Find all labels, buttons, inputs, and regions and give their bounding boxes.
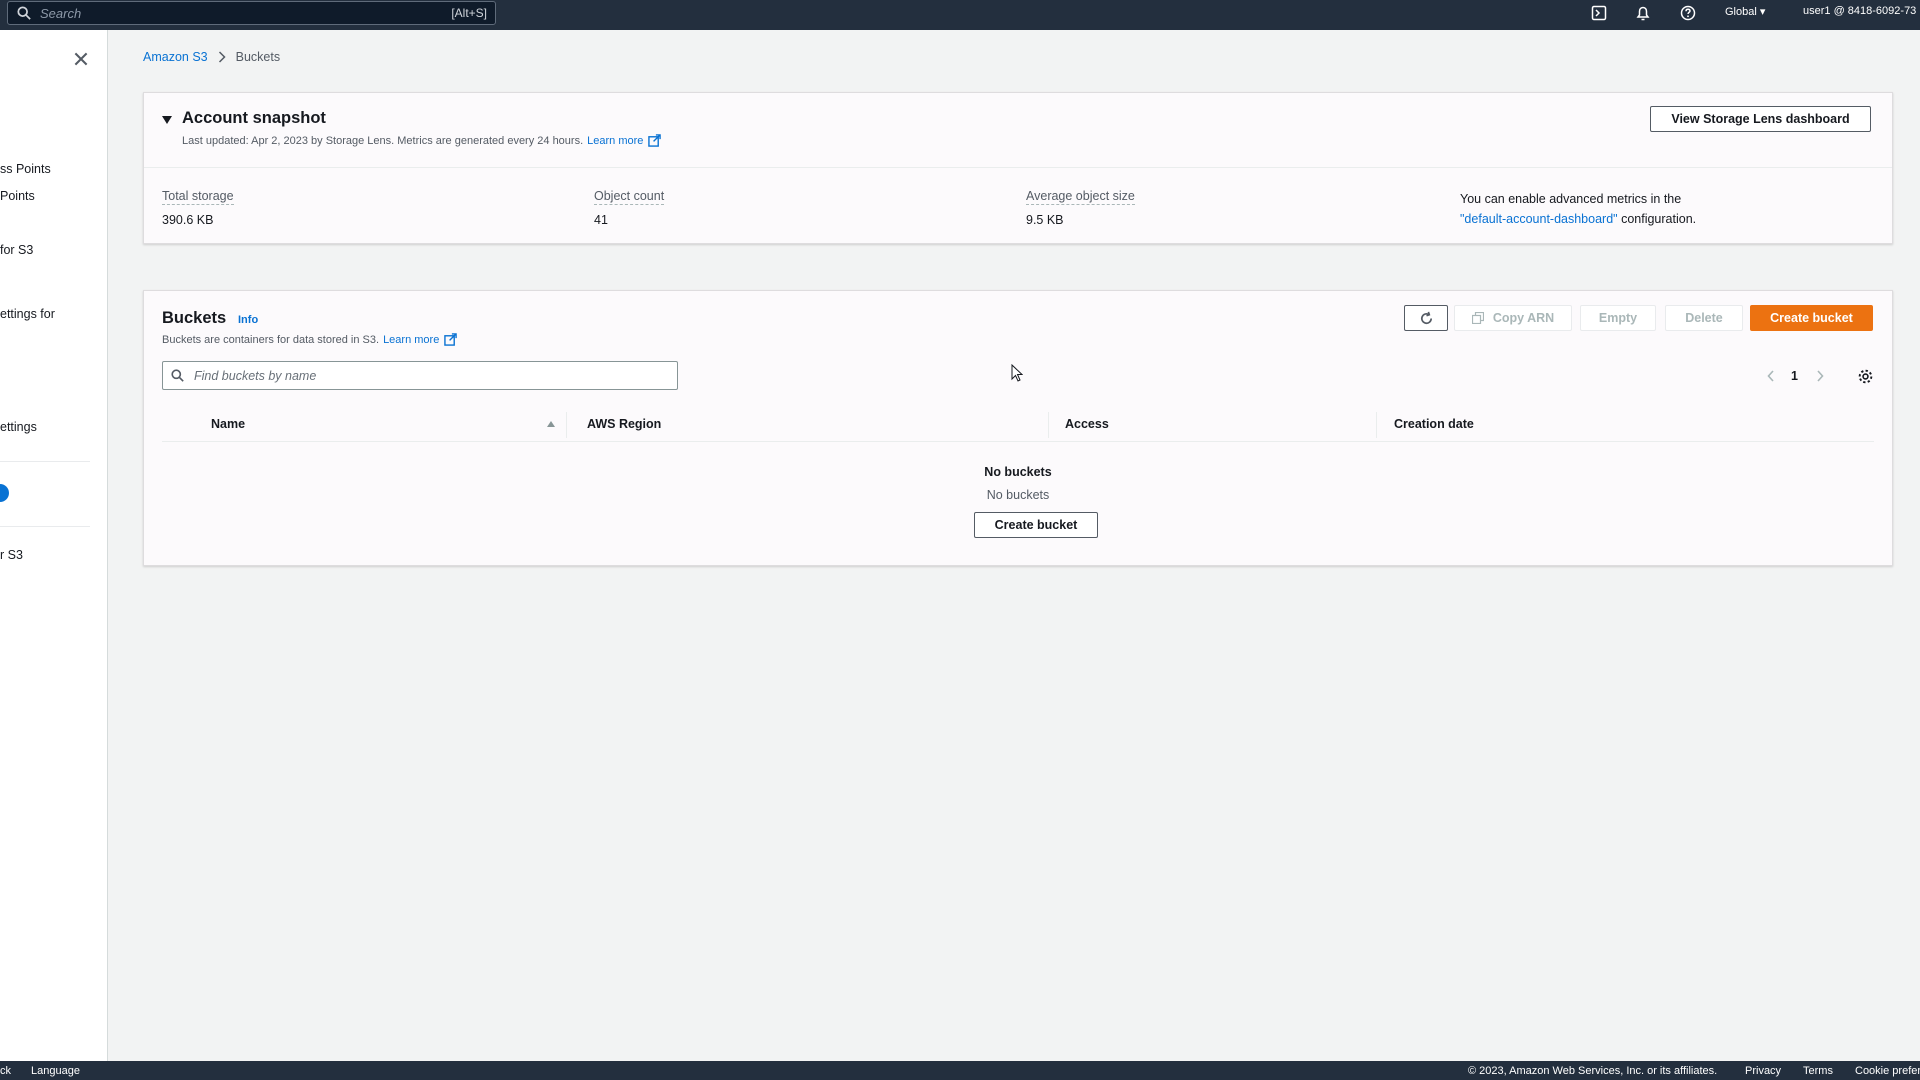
buckets-description: Buckets are containers for data stored i…: [162, 333, 380, 346]
sidebar-badge: [0, 484, 9, 502]
average-object-size-label[interactable]: Average object size: [1026, 189, 1135, 205]
object-count-value: 41: [594, 213, 608, 227]
account-snapshot-subtitle: Last updated: Apr 2, 2023 by Storage Len…: [182, 134, 662, 147]
copy-icon: [1471, 312, 1484, 324]
side-navigation: ss Points Points for S3 ettings for etti…: [0, 30, 108, 1061]
gear-icon[interactable]: [1857, 368, 1874, 385]
search-shortcut-hint: [Alt+S]: [451, 6, 487, 20]
advanced-metrics-text: You can enable advanced metrics in the: [1460, 192, 1682, 206]
learn-more-link[interactable]: Learn more: [383, 334, 439, 346]
buckets-subtitle: Buckets are containers for data stored i…: [162, 333, 458, 346]
refresh-button[interactable]: [1404, 305, 1448, 331]
page-number[interactable]: 1: [1791, 369, 1798, 383]
empty-state-create-bucket-button[interactable]: Create bucket: [974, 512, 1098, 538]
account-menu[interactable]: user1 @ 8418-6092-73: [1803, 5, 1916, 17]
account-snapshot-description: Last updated: Apr 2, 2023 by Storage Len…: [182, 134, 584, 147]
notifications-bell-icon[interactable]: [1633, 3, 1653, 23]
external-link-icon: [444, 333, 458, 346]
column-divider: [1048, 412, 1049, 438]
footer-bar: ck Language © 2023, Amazon Web Services,…: [0, 1061, 1920, 1080]
sidebar-item-block-public-access[interactable]: ettings for: [0, 307, 55, 321]
search-icon: [17, 6, 31, 20]
sidebar-item-iam-access-analyzer[interactable]: for S3: [0, 243, 33, 257]
chevron-right-icon: [218, 51, 226, 63]
find-buckets-search-input[interactable]: Find buckets by name: [162, 361, 678, 390]
search-icon: [171, 369, 184, 382]
sidebar-divider: [0, 526, 90, 527]
empty-state-description: No buckets: [986, 488, 1050, 502]
buckets-info-link[interactable]: Info: [238, 314, 258, 326]
footer-privacy-link[interactable]: Privacy: [1745, 1065, 1781, 1077]
account-snapshot-header: Account snapshot Last updated: Apr 2, 20…: [144, 93, 1892, 168]
caret-down-icon[interactable]: [162, 115, 172, 125]
global-search-input[interactable]: Search [Alt+S]: [7, 1, 496, 25]
help-icon[interactable]: [1678, 3, 1698, 23]
buckets-title: Buckets: [162, 309, 227, 327]
column-header-aws-region[interactable]: AWS Region: [587, 417, 661, 431]
empty-button[interactable]: Empty: [1580, 305, 1656, 331]
footer-copyright: © 2023, Amazon Web Services, Inc. or its…: [1468, 1065, 1718, 1077]
account-snapshot-panel: Account snapshot Last updated: Apr 2, 20…: [143, 92, 1893, 244]
sidebar-item-settings[interactable]: ettings: [0, 420, 37, 434]
average-object-size-value: 9.5 KB: [1026, 213, 1064, 227]
chevron-right-icon[interactable]: [1815, 369, 1825, 383]
column-divider: [566, 412, 567, 438]
pagination: 1: [1766, 367, 1825, 385]
delete-button[interactable]: Delete: [1665, 305, 1743, 331]
advanced-metrics-suffix: configuration.: [1617, 212, 1697, 226]
copy-arn-button[interactable]: Copy ARN: [1454, 305, 1572, 331]
footer-language-link[interactable]: Language: [31, 1065, 80, 1077]
main-content: Amazon S3 Buckets Account snapshot Last …: [108, 30, 1920, 1061]
account-snapshot-title[interactable]: Account snapshot: [182, 109, 326, 128]
breadcrumb-current: Buckets: [235, 50, 281, 64]
breadcrumb: Amazon S3 Buckets: [143, 50, 280, 64]
view-storage-lens-dashboard-button[interactable]: View Storage Lens dashboard: [1650, 106, 1871, 132]
refresh-icon: [1420, 311, 1432, 324]
sort-ascending-icon[interactable]: [546, 420, 556, 428]
sidebar-item-object-lambda-access-points[interactable]: Points: [0, 189, 35, 203]
sidebar-divider: [0, 461, 90, 462]
column-header-name[interactable]: Name: [211, 417, 245, 431]
search-placeholder: Search: [40, 5, 82, 21]
object-count-label[interactable]: Object count: [594, 189, 665, 205]
sidebar-item-marketplace[interactable]: r S3: [0, 548, 23, 562]
total-storage-value: 390.6 KB: [162, 213, 214, 227]
cloudshell-icon[interactable]: [1589, 3, 1609, 23]
sidebar-item-access-points[interactable]: ss Points: [0, 162, 51, 176]
close-icon[interactable]: [72, 50, 90, 68]
advanced-metrics-note: You can enable advanced metrics in the "…: [1460, 189, 1696, 229]
footer-terms-link[interactable]: Terms: [1803, 1065, 1833, 1077]
footer-feedback-link[interactable]: ck: [0, 1065, 11, 1077]
chevron-left-icon[interactable]: [1766, 369, 1776, 383]
breadcrumb-amazon-s3-link[interactable]: Amazon S3: [143, 50, 208, 64]
total-storage-label[interactable]: Total storage: [162, 189, 234, 205]
footer-cookie-preferences-link[interactable]: Cookie prefer: [1855, 1065, 1920, 1077]
column-header-access[interactable]: Access: [1065, 417, 1109, 431]
table-header-divider: [162, 441, 1874, 442]
empty-state-title: No buckets: [984, 465, 1052, 479]
copy-arn-label: Copy ARN: [1492, 311, 1555, 325]
buckets-panel: Buckets Info Buckets are containers for …: [143, 290, 1893, 566]
region-selector[interactable]: Global ▾: [1725, 5, 1765, 18]
mouse-cursor-icon: [1011, 364, 1023, 382]
column-header-creation-date[interactable]: Creation date: [1394, 417, 1474, 431]
default-account-dashboard-link[interactable]: "default-account-dashboard": [1460, 212, 1618, 226]
learn-more-link[interactable]: Learn more: [587, 135, 643, 147]
search-placeholder: Find buckets by name: [194, 368, 317, 383]
create-bucket-button[interactable]: Create bucket: [1750, 305, 1873, 331]
column-divider: [1376, 412, 1377, 438]
top-navigation-bar: Search [Alt+S] Global ▾ user1 @ 8418-609…: [0, 0, 1920, 30]
external-link-icon: [648, 134, 662, 147]
